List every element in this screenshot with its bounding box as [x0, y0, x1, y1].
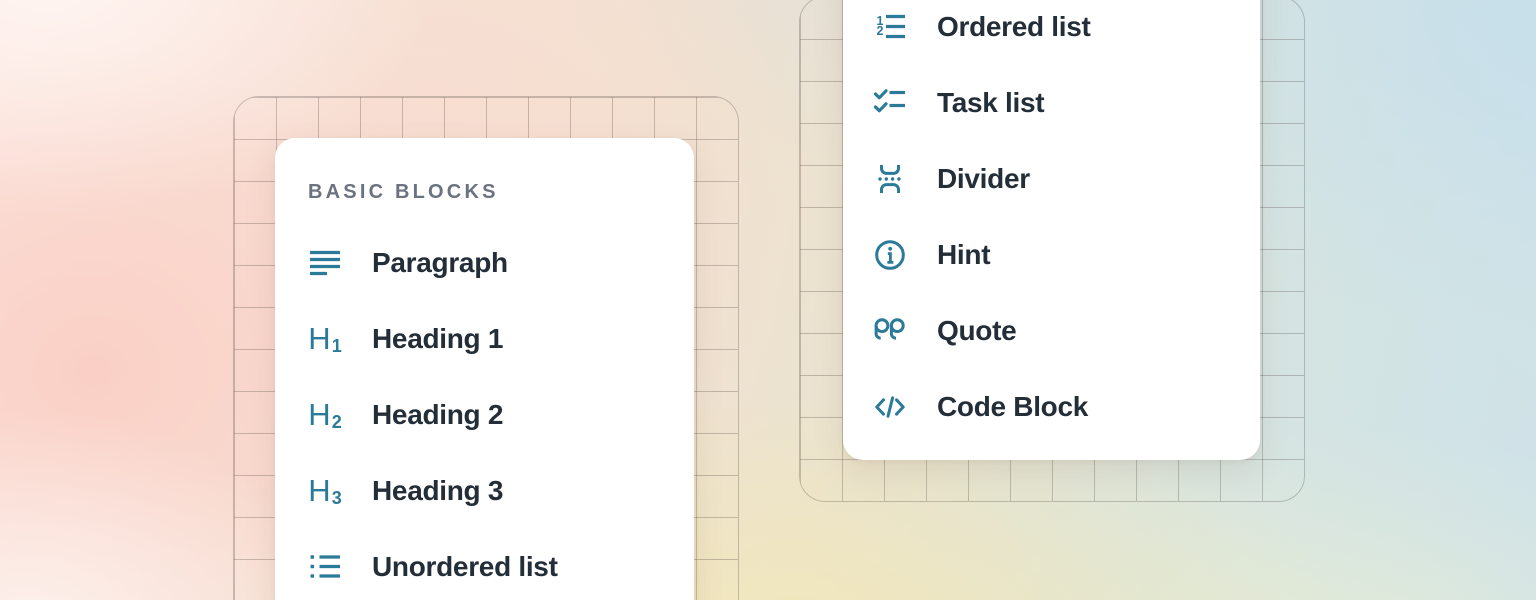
paragraph-icon — [308, 246, 342, 280]
menu-item-paragraph[interactable]: Paragraph — [308, 225, 694, 301]
menu-item-label: Paragraph — [372, 247, 508, 279]
menu-item-divider[interactable]: Divider — [873, 141, 1260, 217]
menu-item-label: Unordered list — [372, 551, 558, 583]
menu-item-label: Heading 2 — [372, 399, 503, 431]
menu-item-heading-1[interactable]: H1 Heading 1 — [308, 301, 694, 377]
menu-item-label: Divider — [937, 163, 1030, 195]
editor-blocks-illustration: BASIC BLOCKS Paragraph H1 Heading 1 H2 Headi… — [0, 0, 1536, 600]
menu-item-code-block[interactable]: Code Block — [873, 369, 1260, 445]
menu-item-ordered-list[interactable]: 12 Ordered list — [873, 0, 1260, 65]
menu-item-task-list[interactable]: Task list — [873, 65, 1260, 141]
menu-item-label: Ordered list — [937, 11, 1091, 43]
heading-1-icon: H1 — [308, 322, 342, 356]
more-blocks-menu: 12 Ordered list Task list Divider Hint Quote C… — [843, 0, 1260, 460]
divider-icon — [873, 162, 907, 196]
menu-item-label: Hint — [937, 239, 990, 271]
code-block-icon — [873, 390, 907, 424]
hint-icon — [873, 238, 907, 272]
unordered-list-icon — [308, 550, 342, 584]
menu-item-heading-3[interactable]: H3 Heading 3 — [308, 453, 694, 529]
ordered-list-icon: 12 — [873, 10, 907, 44]
heading-3-icon: H3 — [308, 474, 342, 508]
basic-blocks-item-list: Paragraph H1 Heading 1 H2 Heading 2 H3 Heading… — [308, 225, 694, 600]
menu-item-label: Task list — [937, 87, 1044, 119]
menu-item-quote[interactable]: Quote — [873, 293, 1260, 369]
menu-item-unordered-list[interactable]: Unordered list — [308, 529, 694, 600]
svg-text:2: 2 — [877, 24, 884, 38]
basic-blocks-menu: BASIC BLOCKS Paragraph H1 Heading 1 H2 Headi… — [275, 138, 694, 600]
more-blocks-item-list: 12 Ordered list Task list Divider Hint Quote C… — [873, 0, 1260, 445]
menu-item-label: Quote — [937, 315, 1016, 347]
menu-item-label: Code Block — [937, 391, 1088, 423]
task-list-icon — [873, 86, 907, 120]
menu-item-label: Heading 1 — [372, 323, 503, 355]
quote-icon — [873, 314, 907, 348]
heading-2-icon: H2 — [308, 398, 342, 432]
menu-item-heading-2[interactable]: H2 Heading 2 — [308, 377, 694, 453]
menu-item-label: Heading 3 — [372, 475, 503, 507]
basic-blocks-header: BASIC BLOCKS — [308, 180, 694, 204]
menu-item-hint[interactable]: Hint — [873, 217, 1260, 293]
